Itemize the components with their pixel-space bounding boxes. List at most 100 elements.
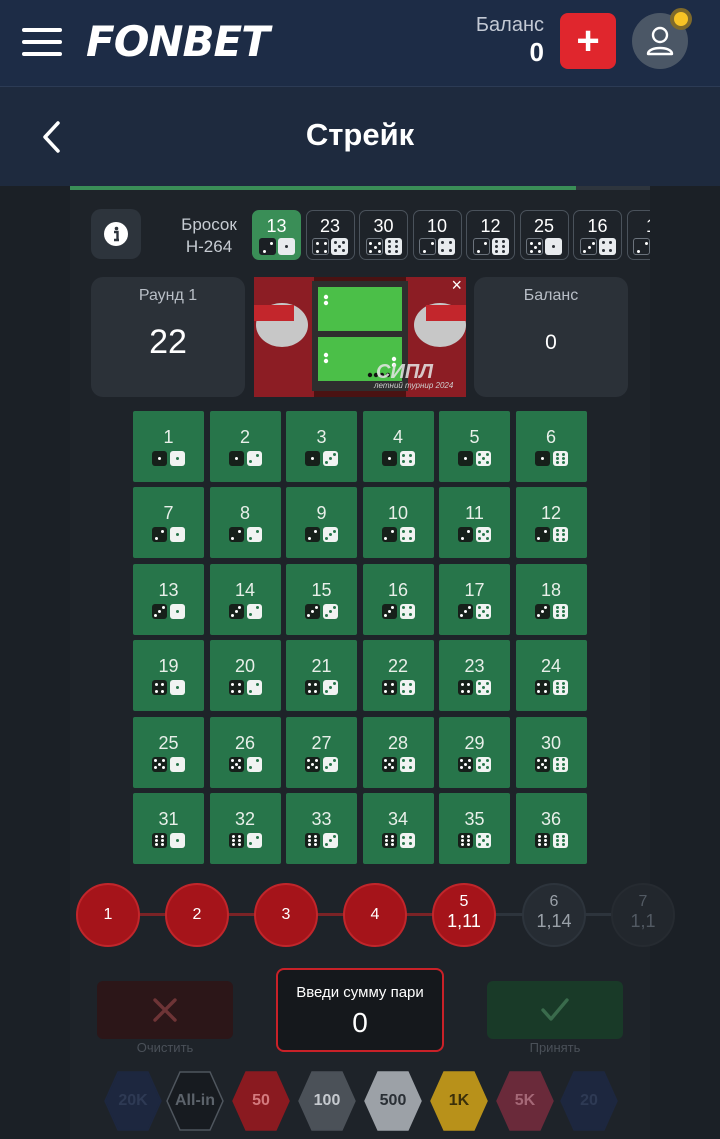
chip-100[interactable]: 100 [298, 1070, 356, 1132]
bet-cell-27[interactable]: 27 [286, 716, 357, 788]
live-video[interactable]: × СИПЛ летний турнир 2024 [254, 277, 466, 397]
bet-cell-number: 13 [158, 579, 179, 600]
chip-1k[interactable]: 1K [430, 1070, 488, 1132]
history-sum: 12 [480, 216, 501, 236]
history-chip: 16 [573, 210, 622, 260]
bet-cell-23[interactable]: 23 [439, 640, 510, 712]
streak-step-3: 3 [254, 883, 318, 947]
chip-label: 5K [514, 1092, 536, 1109]
bet-cell-28[interactable]: 28 [362, 716, 434, 788]
bet-cell-number: 25 [158, 732, 179, 753]
bet-cell-number: 10 [387, 503, 409, 524]
die-face-5 [228, 756, 244, 772]
accept-caption: Принять [529, 1040, 581, 1055]
backgammon-video-frame [254, 277, 466, 397]
die-face-4 [458, 680, 473, 696]
chip-500[interactable]: 500 [364, 1070, 422, 1132]
bet-cell-number: 27 [311, 732, 332, 753]
bet-cell-20[interactable]: 20 [209, 640, 281, 712]
die-face-5 [476, 833, 491, 848]
die-face-1 [170, 603, 185, 619]
bet-cell-32[interactable]: 32 [209, 793, 281, 864]
bet-cell-9[interactable]: 9 [286, 487, 357, 559]
die-face-3 [534, 603, 550, 619]
bet-cell-12[interactable]: 12 [515, 487, 587, 559]
bet-cell-25[interactable]: 25 [133, 716, 204, 788]
bet-cell-18[interactable]: 18 [515, 563, 587, 635]
bet-cell-10[interactable]: 10 [362, 487, 434, 559]
clear-button[interactable] [97, 981, 233, 1039]
die-face-6 [491, 238, 509, 255]
balance-card-value: 0 [545, 331, 557, 354]
page-title: Стрейк [305, 117, 415, 152]
bet-cell-29[interactable]: 29 [439, 716, 510, 788]
bet-cell-31[interactable]: 31 [133, 793, 204, 864]
bet-cell-36[interactable]: 36 [515, 793, 587, 864]
history-chip: 1 [626, 210, 650, 260]
die-face-2 [246, 680, 262, 696]
die-face-5 [476, 603, 491, 619]
bet-cell-8[interactable]: 8 [209, 487, 281, 559]
die-face-2 [534, 527, 550, 543]
die-face-3 [323, 833, 338, 848]
chip-50[interactable]: 50 [232, 1070, 290, 1132]
bet-cell-4[interactable]: 4 [362, 411, 434, 482]
bet-cell-30[interactable]: 30 [515, 716, 587, 788]
throw-history[interactable]: 13 23 30 10 12 25 16 1 [252, 210, 650, 260]
balance-card-label: Баланс [523, 287, 579, 304]
streak-step-number: 4 [370, 906, 380, 923]
bet-cell-21[interactable]: 21 [286, 640, 357, 712]
bet-cell-22[interactable]: 22 [362, 640, 434, 712]
bet-cell-number: 30 [540, 732, 562, 753]
bet-cell-5[interactable]: 5 [439, 411, 510, 482]
die-face-5 [381, 756, 397, 772]
hamburger-icon[interactable] [22, 28, 64, 56]
bet-cell-34[interactable]: 34 [362, 793, 434, 864]
chip-all-in[interactable]: All-in [166, 1070, 224, 1132]
accept-button[interactable] [487, 981, 623, 1039]
bet-cell-11[interactable]: 11 [439, 487, 510, 559]
die-face-3 [458, 603, 473, 619]
chip-20k[interactable]: 20K [104, 1070, 162, 1132]
deposit-button[interactable]: + [560, 13, 616, 69]
bet-cell-13[interactable]: 13 [133, 563, 204, 635]
die-face-3 [579, 238, 597, 255]
bet-cell-2[interactable]: 2 [209, 411, 281, 482]
bet-cell-33[interactable]: 33 [286, 793, 357, 864]
streak-step-1: 1 [76, 883, 140, 947]
bet-cell-1[interactable]: 1 [133, 411, 204, 482]
bet-cell-24[interactable]: 24 [515, 640, 587, 712]
bet-cell-15[interactable]: 15 [286, 563, 357, 635]
history-chip: 10 [412, 210, 462, 260]
close-icon [153, 998, 177, 1022]
bet-cell-14[interactable]: 14 [209, 563, 281, 635]
bet-cell-number: 6 [545, 427, 556, 447]
chip-20[interactable]: 20 [560, 1070, 618, 1132]
throw-id: H-264 [185, 237, 233, 256]
bet-cell-7[interactable]: 7 [133, 487, 204, 559]
history-sum: 13 [266, 216, 287, 236]
streak-step-number: 6 [549, 893, 559, 910]
bet-cell-35[interactable]: 35 [439, 793, 510, 864]
info-button[interactable] [91, 209, 141, 259]
die-face-3 [305, 603, 320, 619]
bet-cell-19[interactable]: 19 [133, 640, 204, 712]
die-face-2 [246, 451, 262, 466]
chip-5k[interactable]: 5K [496, 1070, 554, 1132]
bet-cell-16[interactable]: 16 [362, 563, 434, 635]
bet-cell-number: 33 [311, 809, 332, 829]
die-face-3 [381, 603, 397, 619]
die-face-2 [246, 833, 262, 848]
bet-cell-3[interactable]: 3 [286, 411, 357, 482]
history-chip: 12 [466, 210, 515, 260]
bet-amount-input[interactable]: Введи сумму пари 0 [276, 968, 444, 1052]
bet-cell-26[interactable]: 26 [209, 716, 281, 788]
close-icon[interactable]: × [451, 277, 462, 296]
fonbet-logo[interactable]: FONBET [86, 17, 270, 66]
bet-cell-6[interactable]: 6 [515, 411, 587, 482]
die-face-1 [305, 451, 320, 466]
streak-step-4: 4 [343, 883, 407, 947]
die-face-6 [552, 756, 568, 772]
bet-cell-17[interactable]: 17 [439, 563, 510, 635]
history-chip: 30 [359, 210, 408, 260]
